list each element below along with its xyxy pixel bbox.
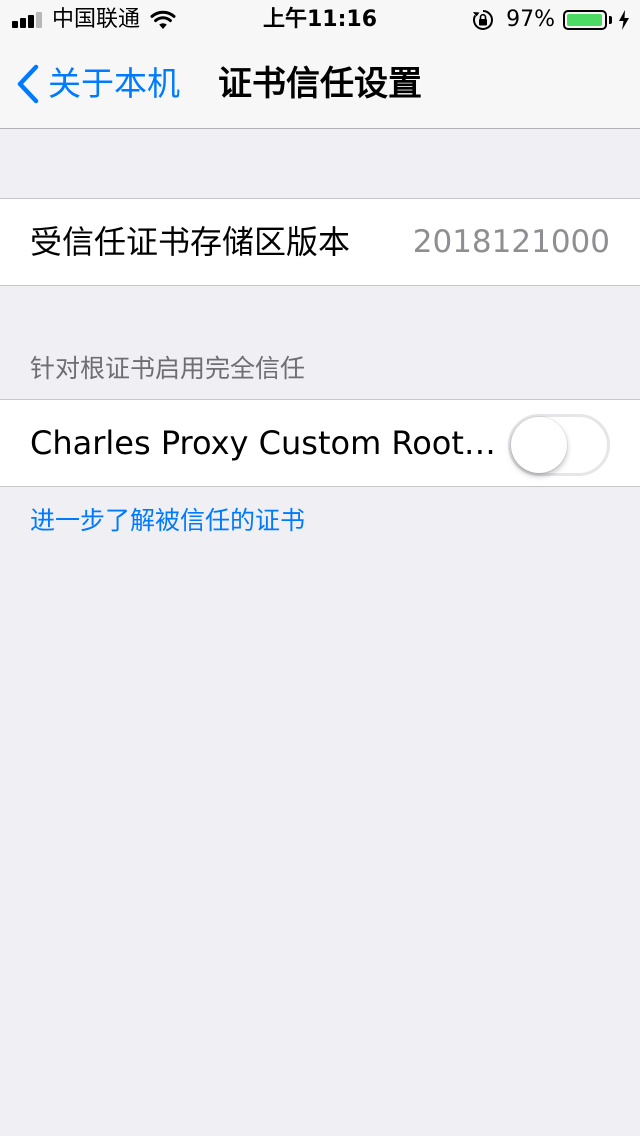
section-header: 针对根证书启用完全信任 bbox=[30, 354, 306, 383]
certificate-name: Charles Proxy Custom Root C... bbox=[30, 424, 506, 462]
page-title: 证书信任设置 bbox=[218, 64, 422, 104]
battery-cap bbox=[609, 16, 612, 24]
status-right: 97% bbox=[472, 6, 630, 34]
toggle-knob bbox=[511, 417, 567, 473]
learn-more-link[interactable]: 进一步了解被信任的证书 bbox=[30, 504, 305, 538]
status-bar: 中国联通 上午11:16 97% bbox=[0, 0, 640, 40]
charging-bolt-icon bbox=[619, 10, 629, 30]
full-trust-toggle[interactable] bbox=[508, 414, 610, 476]
trust-store-version-value: 2018121000 bbox=[412, 224, 610, 260]
battery-icon bbox=[563, 10, 607, 30]
battery-level-fill bbox=[567, 14, 602, 26]
navigation-bar: 关于本机 证书信任设置 bbox=[0, 40, 640, 129]
orientation-lock-icon bbox=[473, 10, 494, 30]
trust-store-version-cell: 受信任证书存储区版本 2018121000 bbox=[0, 198, 640, 286]
battery-percentage: 97% bbox=[506, 7, 555, 32]
chevron-left-icon bbox=[17, 64, 39, 104]
back-button-label: 关于本机 bbox=[48, 64, 180, 103]
certificate-trust-cell: Charles Proxy Custom Root C... bbox=[0, 399, 640, 487]
trust-store-version-label: 受信任证书存储区版本 bbox=[30, 223, 351, 261]
back-button[interactable]: 关于本机 bbox=[16, 62, 180, 106]
